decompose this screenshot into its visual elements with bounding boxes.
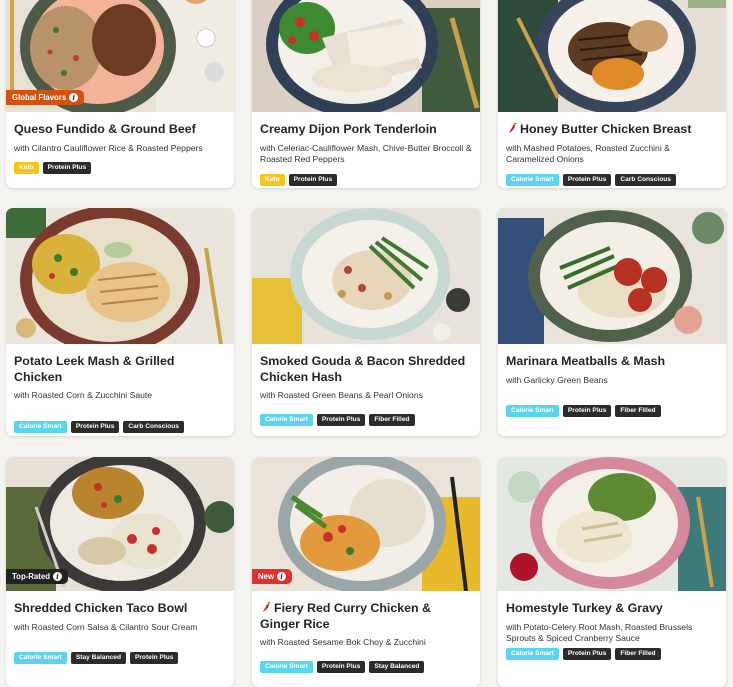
- tag-protein-plus: Protein Plus: [562, 173, 612, 186]
- tag-carb-conscious: Carb Conscious: [615, 173, 676, 186]
- tag-calorie-smart: Calorie Smart: [260, 660, 313, 673]
- tag-stay-balanced: Stay Balanced: [369, 660, 425, 673]
- meal-card[interactable]: New i Fiery Red Curry Chicken & Ginger R…: [252, 457, 480, 687]
- tag-list: Calorie Smart Protein Plus Fiber Filled: [260, 413, 472, 426]
- badge-top-rated: Top-Rated i: [6, 569, 68, 584]
- meal-title: Homestyle Turkey & Gravy: [506, 601, 663, 615]
- meal-subtitle: with Roasted Green Beans & Pearl Onions: [260, 390, 423, 400]
- tag-calorie-smart: Calorie Smart: [14, 652, 67, 664]
- meal-subtitle: with Celeriac-Cauliflower Mash, Chive-Bu…: [260, 142, 472, 165]
- meal-title: Queso Fundido & Ground Beef: [14, 122, 196, 136]
- tag-carb-conscious: Carb Conscious: [123, 420, 184, 433]
- meal-title-text: Fiery Red Curry Chicken & Ginger Rice: [260, 601, 431, 631]
- tag-list: Calorie Smart Protein Plus Fiber Filled: [506, 405, 718, 417]
- meal-photo: [498, 0, 726, 112]
- meal-subtitle: with Roasted Sesame Bok Choy & Zucchini: [260, 637, 426, 647]
- info-icon[interactable]: i: [52, 572, 62, 581]
- meal-photo: [252, 0, 480, 112]
- meal-title: Smoked Gouda & Bacon Shredded Chicken Ha…: [260, 354, 466, 384]
- meal-card[interactable]: Smoked Gouda & Bacon Shredded Chicken Ha…: [252, 208, 480, 436]
- meal-title: Marinara Meatballs & Mash: [506, 354, 666, 368]
- tag-list: Calorie Smart Protein Plus Carb Consciou…: [14, 420, 226, 433]
- tag-list: Calorie Smart Protein Plus Carb Consciou…: [506, 173, 718, 186]
- meal-photo: [498, 208, 726, 344]
- spicy-icon: [508, 123, 517, 134]
- badge-label: New: [258, 572, 275, 581]
- tag-list: Calorie Smart Protein Plus Stay Balanced: [260, 660, 472, 673]
- meal-title: Honey Butter Chicken Breast: [506, 122, 718, 138]
- meal-subtitle: with Cilantro Cauliflower Rice & Roasted…: [14, 142, 203, 153]
- tag-list: Calorie Smart Stay Balanced Protein Plus: [14, 652, 226, 664]
- meal-title-text: Honey Butter Chicken Breast: [520, 122, 692, 136]
- meal-photo: [252, 208, 480, 344]
- tag-fiber-filled: Fiber Filled: [615, 647, 661, 660]
- tag-list: Calorie Smart Protein Plus Fiber Filled: [506, 647, 718, 660]
- tag-calorie-smart: Calorie Smart: [506, 405, 559, 417]
- meal-card[interactable]: Marinara Meatballs & Mash with Garlicky …: [498, 208, 726, 436]
- meal-card[interactable]: Honey Butter Chicken Breast with Mashed …: [498, 0, 726, 188]
- tag-calorie-smart: Calorie Smart: [14, 420, 67, 433]
- info-icon[interactable]: i: [69, 93, 79, 102]
- tag-keto: Keto: [260, 173, 285, 186]
- tag-stay-balanced: Stay Balanced: [70, 652, 126, 664]
- badge-new: New i: [252, 569, 293, 584]
- tag-protein-plus: Protein Plus: [316, 660, 366, 673]
- meal-photo: Top-Rated i: [6, 457, 234, 591]
- meal-photo: [498, 457, 726, 591]
- tag-list: Keto Protein Plus: [14, 162, 226, 174]
- meal-photo: Global Flavors i: [6, 0, 234, 112]
- tag-protein-plus: Protein Plus: [70, 420, 120, 433]
- tag-calorie-smart: Calorie Smart: [506, 647, 559, 660]
- tag-protein-plus: Protein Plus: [129, 652, 179, 664]
- meal-title: Potato Leek Mash & Grilled Chicken: [14, 354, 175, 384]
- tag-fiber-filled: Fiber Filled: [369, 413, 415, 426]
- meal-card[interactable]: Global Flavors i Queso Fundido & Ground …: [6, 0, 234, 188]
- spicy-icon: [262, 602, 271, 613]
- tag-protein-plus: Protein Plus: [562, 405, 612, 417]
- meal-card[interactable]: Creamy Dijon Pork Tenderloin with Celeri…: [252, 0, 480, 188]
- tag-calorie-smart: Calorie Smart: [260, 413, 313, 426]
- meal-subtitle: with Garlicky Green Beans: [506, 374, 608, 385]
- tag-list: Keto Protein Plus: [260, 173, 472, 186]
- meal-subtitle: with Roasted Corn Salsa & Cilantro Sour …: [14, 621, 198, 632]
- meal-card[interactable]: Homestyle Turkey & Gravy with Potato-Cel…: [498, 457, 726, 687]
- meal-subtitle: with Mashed Potatoes, Roasted Zucchini &…: [506, 142, 670, 165]
- badge-global-flavors: Global Flavors i: [6, 90, 85, 105]
- info-icon[interactable]: i: [277, 572, 287, 581]
- meal-title: Creamy Dijon Pork Tenderloin: [260, 122, 437, 136]
- tag-protein-plus: Protein Plus: [316, 413, 366, 426]
- meal-photo: [6, 208, 234, 344]
- tag-calorie-smart: Calorie Smart: [506, 173, 559, 186]
- tag-keto: Keto: [14, 162, 39, 174]
- badge-label: Top-Rated: [12, 572, 50, 581]
- meal-card[interactable]: Potato Leek Mash & Grilled Chicken with …: [6, 208, 234, 436]
- meal-title: Shredded Chicken Taco Bowl: [14, 601, 188, 615]
- tag-protein-plus: Protein Plus: [288, 173, 338, 186]
- meal-photo: New i: [252, 457, 480, 591]
- meal-subtitle: with Roasted Corn & Zucchini Saute: [14, 390, 153, 400]
- meal-title: Fiery Red Curry Chicken & Ginger Rice: [260, 601, 472, 632]
- tag-protein-plus: Protein Plus: [562, 647, 612, 660]
- meal-subtitle: with Potato-Celery Root Mash, Roasted Br…: [506, 621, 693, 644]
- badge-label: Global Flavors: [12, 93, 67, 102]
- tag-protein-plus: Protein Plus: [42, 162, 92, 174]
- meal-card[interactable]: Top-Rated i Shredded Chicken Taco Bowl w…: [6, 457, 234, 687]
- tag-fiber-filled: Fiber Filled: [615, 405, 661, 417]
